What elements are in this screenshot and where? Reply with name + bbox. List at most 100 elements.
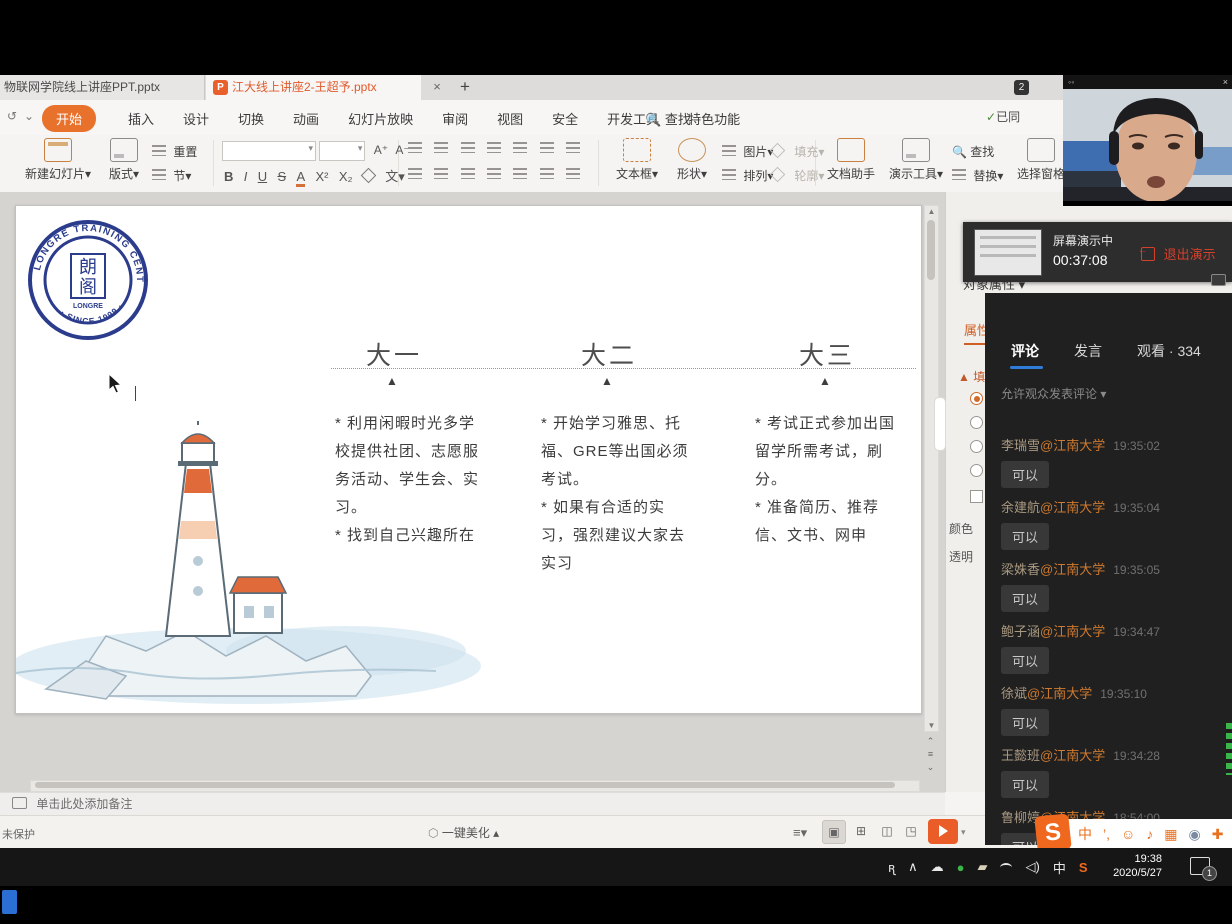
wifi-icon[interactable]	[1000, 863, 1012, 872]
notes-toggle-icon[interactable]: ≡▾	[793, 825, 807, 841]
taskbar-clock[interactable]: 19:38 2020/5/27	[1086, 852, 1162, 880]
allow-comments-dropdown[interactable]: 允许观众发表评论 ▾	[1001, 385, 1106, 402]
align-center-icon[interactable]	[434, 168, 448, 179]
line-spacing-icon[interactable]	[566, 142, 580, 153]
menu-tab-view[interactable]: 视图	[497, 109, 523, 128]
section-button[interactable]: 节▾	[152, 167, 191, 184]
slideshow-play-button[interactable]	[928, 819, 958, 844]
increase-font-icon[interactable]: A⁺	[374, 143, 388, 157]
normal-view-icon[interactable]: ▣	[822, 820, 846, 844]
sogou-logo[interactable]: S	[1034, 813, 1072, 852]
fill-checkbox[interactable]	[970, 490, 983, 503]
taskbar-app-icon[interactable]	[2, 890, 17, 914]
shapes-button[interactable]: 形状▾	[668, 138, 716, 182]
document-tab-active[interactable]: P 江大线上讲座2-王超予.pptx	[206, 75, 421, 100]
select-pane-button[interactable]: 选择窗格	[1012, 138, 1070, 182]
menu-tab-features[interactable]: 特色功能	[688, 109, 740, 128]
underline-button[interactable]: U	[258, 169, 267, 184]
cloud-icon[interactable]: ☁	[931, 859, 944, 875]
emoji-icon[interactable]: ☺	[1121, 826, 1135, 842]
scroll-up-icon[interactable]: ▲	[925, 207, 938, 216]
font-name-select[interactable]	[222, 141, 316, 161]
columns-icon[interactable]	[540, 168, 554, 179]
subscript-button[interactable]: X₂	[339, 169, 353, 184]
timeline-header-year3[interactable]: 大三	[799, 336, 855, 372]
timeline-header-year2[interactable]: 大二	[581, 336, 637, 372]
previous-slide-icon[interactable]: ⌃	[924, 735, 937, 748]
find-button[interactable]: 🔍 查找	[952, 143, 994, 160]
increase-indent-icon[interactable]	[487, 142, 501, 153]
webcam-menu-icon[interactable]: ◦◦	[1068, 77, 1074, 87]
folder-icon[interactable]: ▰	[977, 859, 987, 875]
align-left-icon[interactable]	[408, 168, 422, 179]
notes-bar[interactable]: 单击此处添加备注	[0, 792, 945, 816]
special-view-icon[interactable]: ◳	[900, 820, 922, 842]
webcam-close-icon[interactable]: ×	[1223, 75, 1228, 89]
presenter-collapse-icon[interactable]	[1211, 274, 1226, 286]
slide-sorter-icon[interactable]: ⊞	[850, 820, 872, 842]
arrange-button[interactable]: 排列▾	[722, 167, 773, 184]
menu-tab-transition[interactable]: 切换	[238, 109, 264, 128]
tab-speak[interactable]: 发言	[1074, 341, 1102, 361]
new-slide-button[interactable]: 新建幻灯片▾	[22, 138, 94, 182]
play-dropdown-icon[interactable]: ▾	[961, 827, 966, 838]
voice-input-icon[interactable]: ♪	[1146, 826, 1153, 842]
text-direction-icon[interactable]	[513, 142, 527, 153]
align-right-icon[interactable]	[461, 168, 475, 179]
soft-keyboard-icon[interactable]: ▦	[1164, 826, 1177, 843]
beautify-button[interactable]: ⬡ 一键美化 ▴	[428, 824, 499, 841]
clear-format-icon[interactable]	[361, 168, 377, 184]
panel-scroll-thumb[interactable]	[934, 397, 946, 451]
presenter-webcam[interactable]: ◦◦ ×	[1063, 75, 1232, 206]
new-tab-button[interactable]: +	[455, 76, 475, 98]
numbered-list-icon[interactable]	[434, 142, 448, 153]
bullet-list-icon[interactable]	[408, 142, 422, 153]
punctuation-icon[interactable]: ’,	[1103, 826, 1110, 842]
year3-text-block[interactable]: * 考试正式参加出国留学所需考试，刷分。* 准备简历、推荐信、文书、网申	[755, 410, 907, 550]
text-tool-button[interactable]: 文▾	[385, 166, 405, 185]
menu-tab-home[interactable]: 开始	[42, 105, 96, 132]
text-box-button[interactable]: 文本框▾	[610, 138, 664, 182]
menu-tab-review[interactable]: 审阅	[442, 109, 468, 128]
timeline-header-year1[interactable]: 大一	[366, 336, 422, 372]
decrease-indent-icon[interactable]	[461, 142, 475, 153]
vertical-scroll-thumb[interactable]	[927, 220, 935, 280]
viewer-count[interactable]: 观看 · 334	[1137, 341, 1201, 361]
volume-icon[interactable]: ◁)	[1025, 859, 1039, 875]
italic-button[interactable]: I	[244, 169, 248, 184]
next-slide-icon[interactable]: ⌄	[924, 761, 937, 774]
people-icon[interactable]: ꭆ	[888, 858, 895, 876]
account-icon[interactable]: ◉	[1189, 826, 1201, 843]
skin-icon[interactable]: ✚	[1212, 826, 1224, 843]
scroll-down-icon[interactable]: ▼	[925, 721, 938, 730]
menu-tab-slideshow[interactable]: 幻灯片放映	[348, 109, 413, 128]
superscript-button[interactable]: X²	[315, 169, 328, 184]
paragraph-more-icon[interactable]	[566, 168, 580, 179]
fill-radio-selected[interactable]	[970, 392, 983, 405]
outline-button[interactable]: 轮廓▾	[772, 167, 824, 184]
present-tools-button[interactable]: 演示工具▾	[884, 138, 948, 182]
fill-button[interactable]: 填充▾	[772, 143, 824, 160]
align-text-icon[interactable]	[540, 142, 554, 153]
comment-list[interactable]: 李瑞雪@江南大学19:35:02 可以 余建航@江南大学19:35:04 可以 …	[1001, 435, 1216, 845]
doc-assistant-button[interactable]: 文档助手	[822, 138, 880, 182]
menu-find[interactable]: 🔍 查找	[645, 109, 691, 128]
fill-radio[interactable]	[970, 440, 983, 453]
menu-tab-animation[interactable]: 动画	[293, 109, 319, 128]
reading-view-icon[interactable]: ◫	[876, 820, 898, 842]
ime-mode-toggle[interactable]: 中	[1078, 824, 1092, 844]
menu-tab-design[interactable]: 设计	[183, 109, 209, 128]
exit-presentation-button[interactable]: 退出演示	[1141, 244, 1216, 263]
hidden-icons-chevron[interactable]: ∧	[908, 859, 918, 875]
ime-indicator[interactable]: 中	[1053, 858, 1066, 877]
qat-dropdown-icon[interactable]: ⌄	[24, 109, 34, 123]
menu-tab-insert[interactable]: 插入	[128, 109, 154, 128]
vertical-scrollbar[interactable]: ▲ ▼	[924, 205, 939, 732]
horizontal-scroll-thumb[interactable]	[35, 782, 895, 788]
font-color-button[interactable]: A	[296, 169, 305, 187]
replace-button[interactable]: 替换▾	[952, 167, 1003, 184]
horizontal-scrollbar[interactable]	[30, 780, 920, 792]
document-tab-inactive[interactable]: 物联网学院线上讲座PPT.pptx	[0, 75, 205, 100]
sogou-ime-bar[interactable]: S 中 ’, ☺ ♪ ▦ ◉ ✚ ⊞	[1040, 819, 1232, 849]
slide-nav-icon[interactable]: ≡	[924, 748, 937, 761]
